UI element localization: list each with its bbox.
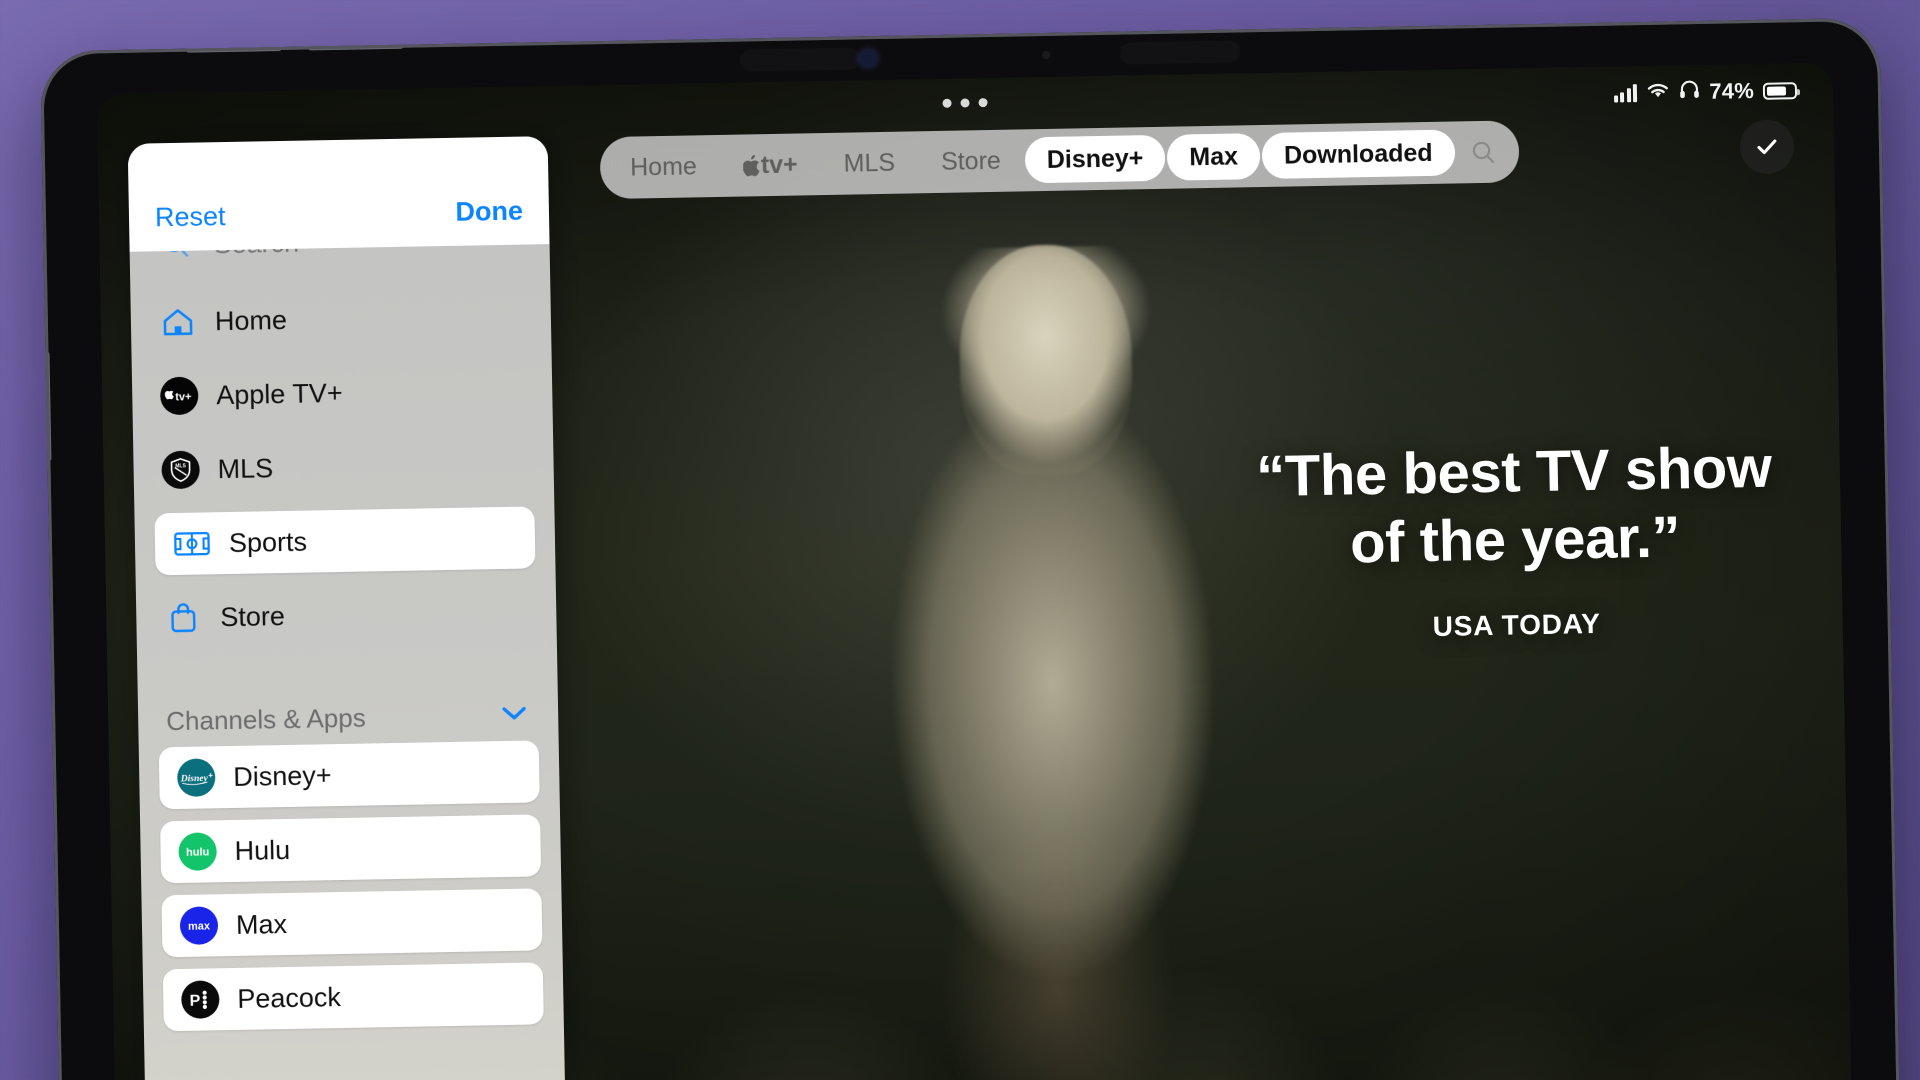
nav-item-store[interactable]: Store <box>919 137 1024 185</box>
volume-button-down[interactable] <box>307 39 404 51</box>
status-bar: 74% <box>1613 77 1798 106</box>
hulu-icon: hulu <box>178 832 217 871</box>
section-title: Channels & Apps <box>165 702 366 736</box>
sports-icon <box>173 524 212 563</box>
section-header-library[interactable]: Library <box>165 1070 546 1080</box>
nav-item-apple-tv-plus[interactable]: tv+ <box>720 141 820 189</box>
sidebar-item-sports-label: Sports <box>228 526 308 558</box>
sidebar-item-store[interactable]: Store <box>156 580 537 649</box>
ambient-sensor-icon <box>1042 50 1051 60</box>
power-button[interactable] <box>40 351 52 462</box>
nav-item-disney-plus[interactable]: Disney+ <box>1024 134 1166 184</box>
nav-item-home[interactable]: Home <box>608 143 720 191</box>
sidebar-item-sports[interactable]: Sports <box>154 506 536 576</box>
apple-tv-plus-icon: tv+ <box>159 376 199 416</box>
reset-button[interactable]: Reset <box>155 201 226 233</box>
svg-text:P: P <box>189 993 200 1010</box>
sidebar-item-store-label: Store <box>220 600 286 632</box>
handle-dot <box>978 98 988 108</box>
sidebar-item-mls-label: MLS <box>217 452 274 484</box>
svg-text:MLS: MLS <box>175 463 186 469</box>
screen: 74% Home tv+ MLS Store Disney+ Max Downl… <box>96 62 1853 1080</box>
handle-dot <box>942 98 952 108</box>
sidebar-item-max[interactable]: max Max <box>161 888 543 958</box>
sidebar-item-mls[interactable]: MLS MLS <box>153 432 534 501</box>
sidebar-item-hulu-label: Hulu <box>234 834 291 866</box>
peacock-icon: P <box>180 980 220 1019</box>
search-icon[interactable] <box>1456 128 1511 175</box>
quote-line-1: “The best TV show <box>1255 434 1773 510</box>
max-icon: max <box>179 906 219 945</box>
wifi-icon <box>1646 80 1670 106</box>
mls-icon: MLS <box>161 450 200 490</box>
sidebar-item-disney-plus-label: Disney+ <box>232 759 332 792</box>
disney-plus-icon: Disney + <box>176 758 216 797</box>
svg-text:+: + <box>208 771 213 780</box>
checkmark-icon <box>1757 139 1777 155</box>
headphones-icon <box>1679 79 1700 105</box>
sidebar-item-peacock[interactable]: P Peacock <box>162 962 544 1032</box>
svg-text:max: max <box>188 920 211 932</box>
sidebar-edit-sheet: Reset Done Search <box>127 136 567 1080</box>
front-camera-icon <box>860 50 877 67</box>
svg-text:tv+: tv+ <box>175 391 191 403</box>
handle-dot <box>960 98 970 108</box>
chevron-down-icon[interactable] <box>500 703 528 727</box>
sidebar-item-apple-tv-plus-label: Apple TV+ <box>215 377 343 410</box>
nav-item-max[interactable]: Max <box>1166 133 1261 181</box>
sidebar-header: Reset Done <box>127 136 550 252</box>
sidebar-item-disney-plus[interactable]: Disney + Disney+ <box>158 740 540 810</box>
speaker-grille <box>740 47 860 71</box>
section-header-channels-apps[interactable]: Channels & Apps <box>158 688 539 747</box>
nav-item-apple-tv-plus-label: tv+ <box>760 150 798 179</box>
store-bag-icon <box>164 599 203 638</box>
multitasking-handle[interactable] <box>942 98 988 108</box>
battery-percent-label: 74% <box>1709 77 1755 104</box>
sidebar-item-hulu[interactable]: hulu Hulu <box>160 814 542 884</box>
nav-item-downloaded[interactable]: Downloaded <box>1261 129 1456 180</box>
battery-icon <box>1762 81 1798 100</box>
svg-text:hulu: hulu <box>186 846 209 858</box>
done-button[interactable]: Done <box>455 196 523 228</box>
hero-quote: “The best TV show of the year.” USA TODA… <box>1163 432 1852 648</box>
sidebar-item-peacock-label: Peacock <box>237 981 342 1014</box>
speaker-grille-right <box>1120 40 1240 64</box>
nav-item-mls[interactable]: MLS <box>821 139 917 187</box>
sidebar-item-home[interactable]: Home <box>150 284 531 353</box>
home-icon <box>159 303 198 342</box>
apple-logo-icon <box>742 151 761 180</box>
quote-line-2: of the year.” <box>1349 504 1681 576</box>
volume-button-up[interactable] <box>185 41 282 53</box>
sidebar-item-max-label: Max <box>235 908 288 940</box>
tablet-device: 74% Home tv+ MLS Store Disney+ Max Downl… <box>39 17 1901 1080</box>
sidebar-item-apple-tv-plus[interactable]: tv+ Apple TV+ <box>152 358 533 427</box>
sidebar-item-home-label: Home <box>214 304 288 336</box>
sidebar-scroll-area[interactable]: Search Home <box>129 227 567 1080</box>
cellular-signal-icon <box>1613 84 1638 103</box>
